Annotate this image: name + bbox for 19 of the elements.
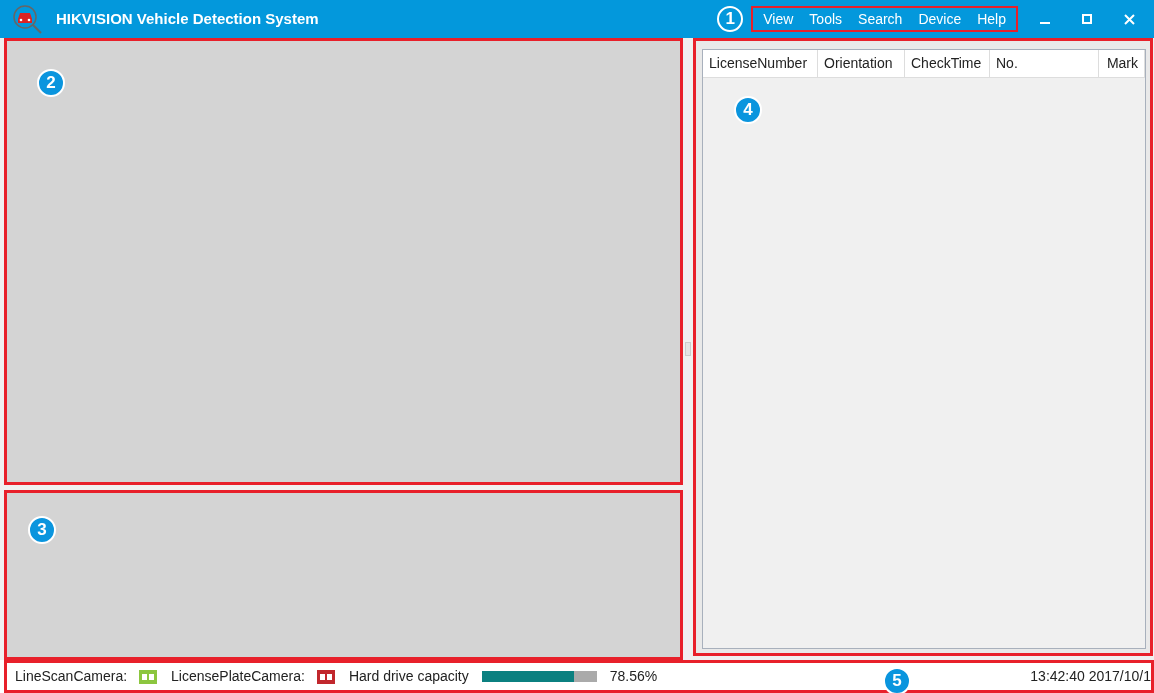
column-header[interactable]: LicenseNumber: [703, 50, 818, 77]
capacity-reading: 78.56%: [609, 667, 658, 686]
column-header[interactable]: Mark: [1099, 50, 1145, 77]
column-header[interactable]: No.: [990, 50, 1099, 77]
status-label: LicensePlateCamera:: [171, 667, 305, 686]
callout-badge: 1: [717, 6, 744, 32]
maximize-icon: [1082, 14, 1092, 24]
close-icon: [1123, 13, 1135, 25]
status-label: Hard drive capacity: [348, 667, 469, 686]
column-header[interactable]: Orientation: [818, 50, 905, 77]
column-header[interactable]: CheckTime: [905, 50, 990, 77]
window-title: HIKVISION Vehicle Detection System: [56, 8, 319, 29]
status-label: LineScanCamera:: [15, 667, 128, 686]
minimize-icon: [1040, 22, 1050, 24]
callout-badge: 3: [28, 516, 56, 544]
callout-badge: 5: [883, 667, 911, 693]
splitter-handle[interactable]: [685, 342, 692, 356]
status-time: 13:42:40 2017/10/1: [1030, 667, 1151, 686]
callout-badge: 2: [37, 69, 65, 97]
